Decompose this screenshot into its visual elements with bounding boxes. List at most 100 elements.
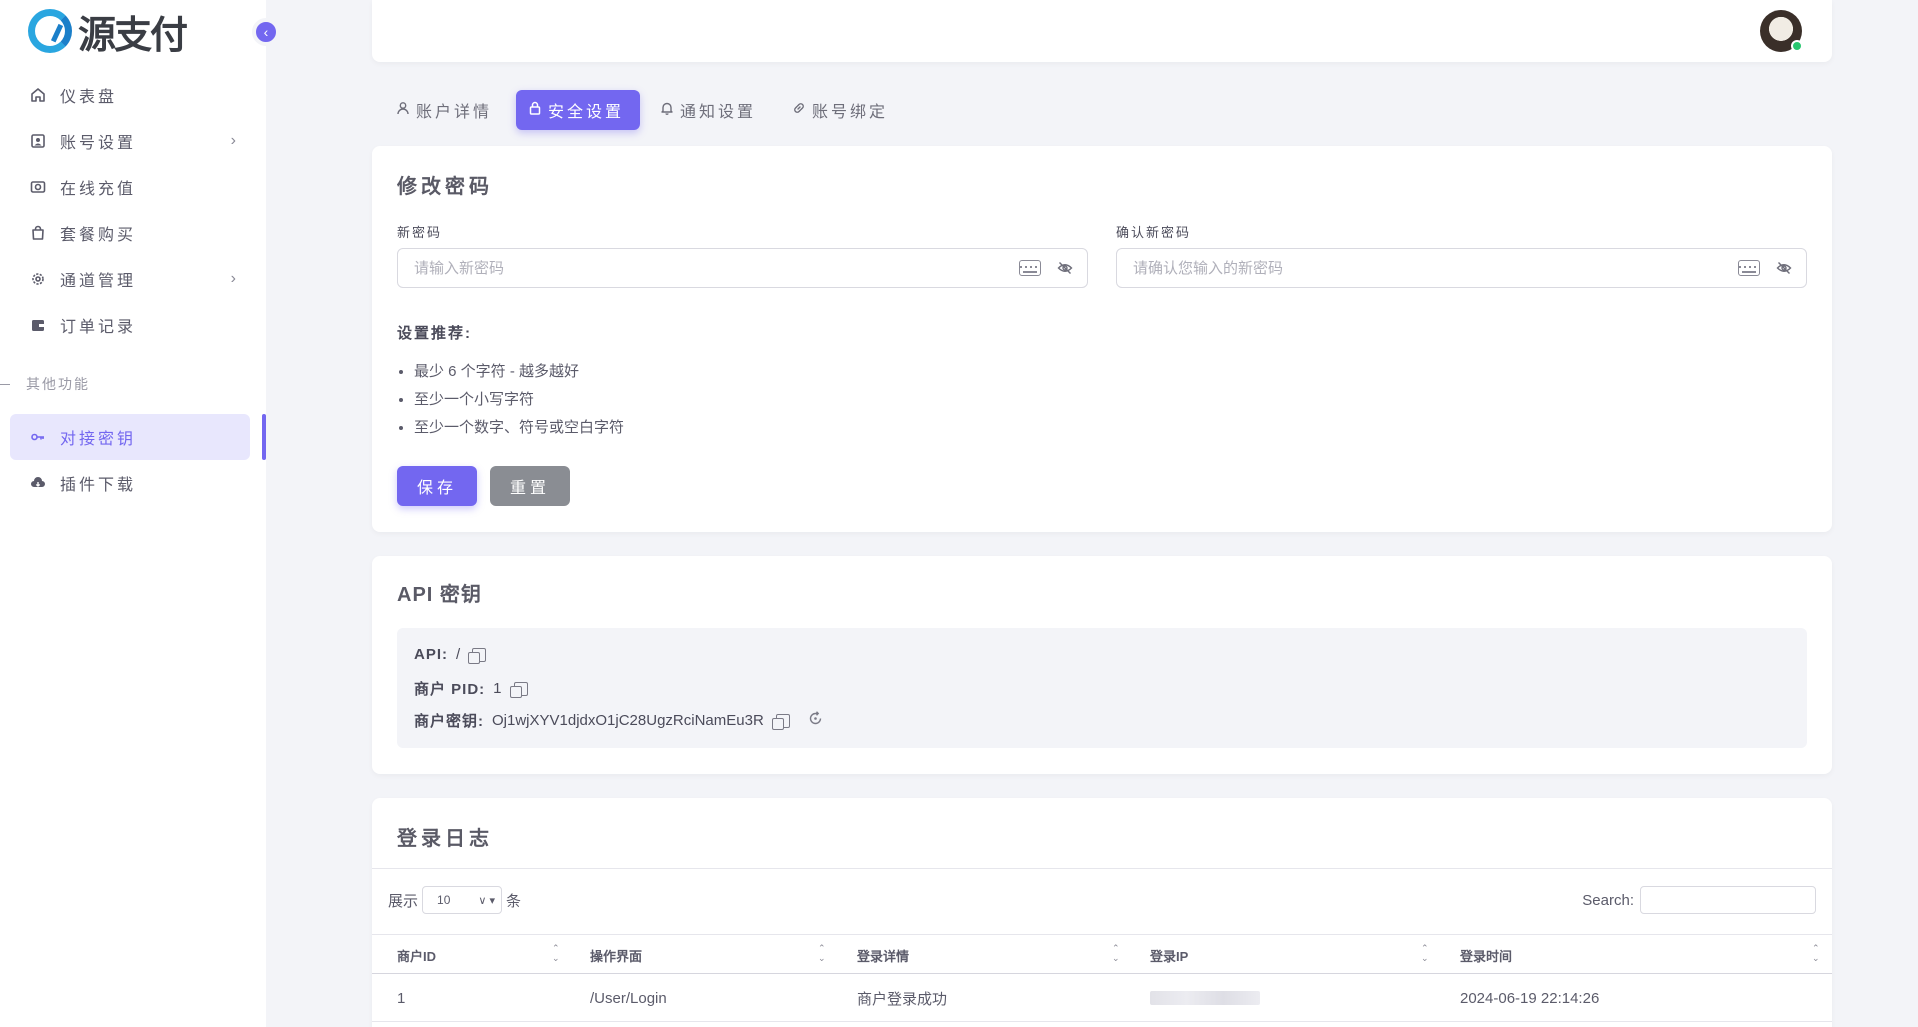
cell-page: /User/Login	[590, 989, 667, 1007]
api-label: API:	[414, 646, 448, 663]
column-label: 操作界面	[590, 948, 643, 964]
sidebar-item-label: 在线充值	[60, 181, 137, 198]
camera-icon	[28, 177, 48, 197]
card-title: 修改密码	[397, 176, 493, 198]
keyboard-icon[interactable]	[1738, 260, 1760, 276]
lock-icon	[528, 101, 542, 119]
card-title: API 密钥	[397, 584, 482, 606]
table-header: 商户ID ⌃ ⌄ 操作界面 ⌃ ⌄ 登录详情 ⌃ ⌄ 登录IP ⌃ ⌄ 登录时间 ⌃ ⌄	[372, 934, 1832, 974]
new-password-field	[397, 248, 1088, 288]
id-card-icon	[28, 131, 48, 151]
tab-security-settings[interactable]: 安全设置	[516, 90, 641, 130]
sidebar-item-label: 通道管理	[60, 273, 137, 290]
sidebar-item-order-records[interactable]: 订单记录	[10, 302, 250, 348]
logo[interactable]: 源支付	[28, 8, 188, 57]
sort-icon[interactable]: ⌃ ⌄	[818, 943, 826, 963]
sidebar-collapse-button[interactable]: ‹	[252, 18, 280, 46]
chevron-right-icon: ›	[230, 270, 236, 287]
active-indicator	[262, 414, 266, 460]
api-key-row: 商户密钥: Oj1wjXYV1djdxO1jC28UgzRciNamEu3R	[414, 710, 823, 731]
column-header-merchant-id[interactable]: 商户ID	[397, 935, 436, 975]
sidebar-item-label: 插件下载	[60, 477, 137, 494]
user-avatar[interactable]	[1760, 10, 1803, 52]
page-length-control: 展示 10 ∨ ▾ 条	[388, 886, 521, 914]
sidebar-item-label: 仪表盘	[60, 89, 118, 106]
sidebar-item-account-settings[interactable]: 账号设置 ›	[10, 118, 250, 164]
show-label: 展示	[388, 892, 419, 910]
sidebar-nav-other: 对接密钥 插件下载	[10, 414, 250, 506]
entries-label: 条	[506, 892, 522, 910]
keyboard-icon[interactable]	[1019, 260, 1041, 276]
table-row: 1 /User/Login 商户登录成功 2024-06-19 22:14:26	[372, 974, 1832, 1022]
sort-icon[interactable]: ⌃ ⌄	[1812, 943, 1820, 963]
sort-icon[interactable]: ⌃ ⌄	[1112, 943, 1120, 963]
chevron-left-icon: ‹	[263, 24, 269, 40]
cell-time: 2024-06-19 22:14:26	[1460, 989, 1600, 1007]
refresh-icon[interactable]	[808, 711, 823, 730]
wallet-icon	[28, 315, 48, 335]
page-size-select[interactable]: 10 ∨ ▾	[422, 886, 503, 914]
sidebar-item-label: 对接密钥	[60, 431, 137, 448]
section-label-text: 其他功能	[26, 376, 90, 392]
eye-off-icon[interactable]	[1776, 260, 1792, 276]
bell-icon	[660, 101, 674, 119]
copy-icon[interactable]	[771, 713, 790, 730]
chevron-right-icon: ›	[230, 132, 236, 149]
column-header-ip[interactable]: 登录IP	[1150, 935, 1188, 975]
sort-icon[interactable]: ⌃ ⌄	[1421, 943, 1429, 963]
api-key-card: API 密钥 API: / 商户 PID: 1 商户密钥: Oj1wjXYV1d…	[372, 556, 1832, 774]
sidebar-item-online-recharge[interactable]: 在线充值	[10, 164, 250, 210]
confirm-password-field	[1116, 248, 1807, 288]
api-info-box: API: / 商户 PID: 1 商户密钥: Oj1wjXYV1djdxO1jC…	[397, 628, 1807, 748]
api-value: /	[456, 646, 461, 663]
cell-detail: 商户登录成功	[857, 990, 948, 1008]
tab-label: 账户详情	[416, 104, 493, 121]
column-label: 登录IP	[1150, 948, 1189, 964]
sidebar-item-package-purchase[interactable]: 套餐购买	[10, 210, 250, 256]
sort-icon[interactable]: ⌃ ⌄	[552, 943, 560, 963]
login-log-card: 登录日志 展示 10 ∨ ▾ 条 Search: 商户ID ⌃ ⌄ 操作界面 ⌃ ⌄…	[372, 798, 1832, 1027]
tab-notification-settings[interactable]: 通知设置	[648, 90, 772, 130]
sidebar-item-label: 订单记录	[60, 319, 137, 336]
change-password-card: 修改密码 新密码 确认新密码 设置推荐: 最少 6 个字符 - 越多越好 至少一…	[372, 146, 1832, 532]
top-header	[372, 0, 1832, 62]
sidebar: 源支付 仪表盘 账号设置 › 在线充值 套餐购买 通道管理 › 订单记录 其他功…	[0, 0, 266, 1027]
card-title: 登录日志	[397, 828, 493, 850]
divider	[372, 868, 1832, 869]
column-header-time[interactable]: 登录时间	[1460, 935, 1512, 975]
copy-icon[interactable]	[468, 647, 487, 664]
search-input[interactable]	[1640, 886, 1816, 914]
password-tips-title: 设置推荐:	[397, 325, 472, 342]
pid-label: 商户 PID:	[414, 681, 486, 698]
confirm-password-input[interactable]	[1133, 259, 1693, 277]
column-header-page[interactable]: 操作界面	[590, 935, 642, 975]
eye-off-icon[interactable]	[1057, 260, 1073, 276]
save-button[interactable]: 保存	[397, 466, 477, 506]
shopping-bag-icon	[28, 223, 48, 243]
sidebar-item-plugin-download[interactable]: 插件下载	[10, 460, 250, 506]
column-label: 登录详情	[857, 948, 910, 964]
page-size-value: 10	[437, 893, 451, 907]
new-password-input[interactable]	[414, 259, 974, 277]
tab-account-binding[interactable]: 账号绑定	[780, 90, 904, 130]
column-header-detail[interactable]: 登录详情	[857, 935, 909, 975]
list-item: 至少一个数字、符号或空白字符	[414, 414, 624, 442]
sidebar-item-label: 账号设置	[60, 135, 137, 152]
logo-mark-icon	[28, 9, 72, 53]
cell-merchant-id: 1	[397, 989, 406, 1007]
sidebar-item-api-keys[interactable]: 对接密钥	[10, 414, 250, 460]
confirm-password-label: 确认新密码	[1116, 225, 1192, 240]
reset-button[interactable]: 重置	[490, 466, 570, 506]
column-label: 商户ID	[397, 948, 437, 964]
tab-account-details[interactable]: 账户详情	[384, 90, 508, 130]
api-pid-row: 商户 PID: 1	[414, 678, 528, 699]
key-label: 商户密钥:	[414, 713, 484, 730]
key-icon	[28, 427, 48, 447]
home-icon	[28, 85, 48, 105]
sidebar-item-channel-management[interactable]: 通道管理 ›	[10, 256, 250, 302]
sidebar-item-dashboard[interactable]: 仪表盘	[10, 72, 250, 118]
sidebar-nav: 仪表盘 账号设置 › 在线充值 套餐购买 通道管理 › 订单记录	[10, 72, 250, 348]
redacted-ip	[1150, 991, 1260, 1005]
copy-icon[interactable]	[509, 681, 528, 698]
list-item: 至少一个小写字符	[414, 386, 624, 414]
